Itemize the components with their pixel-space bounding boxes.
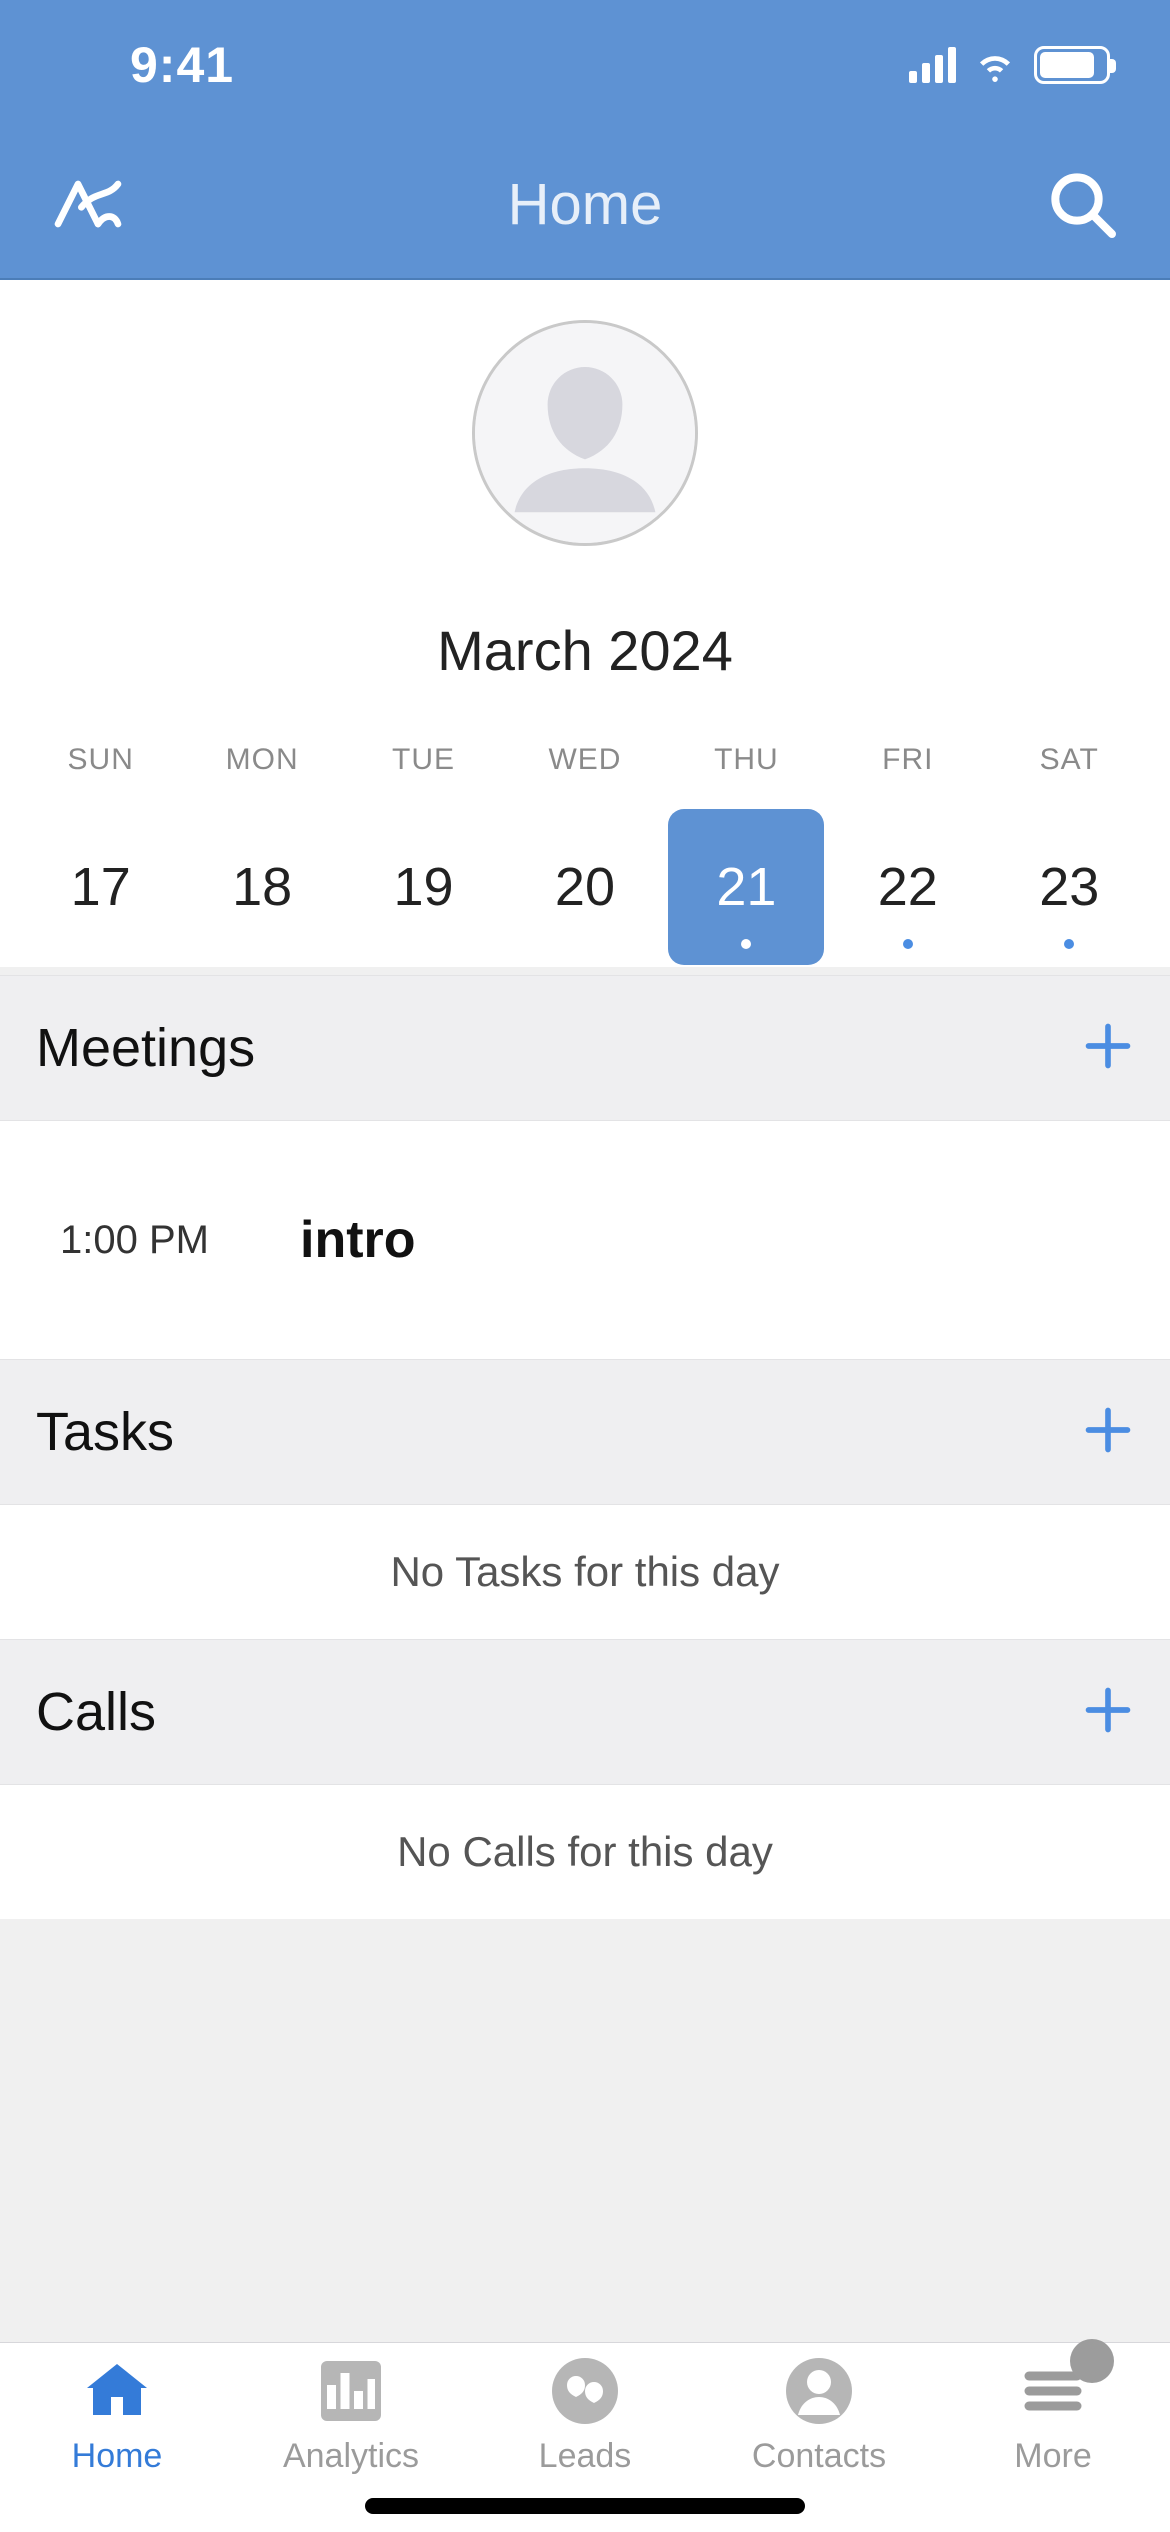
day-num: 20 (555, 856, 615, 918)
section-title: Tasks (36, 1401, 174, 1463)
day-num: 21 (716, 856, 776, 918)
day-num: 22 (878, 856, 938, 918)
tab-leads[interactable]: Leads (468, 2343, 702, 2488)
day-abbr: FRI (827, 743, 988, 777)
tab-more[interactable]: More (936, 2343, 1170, 2488)
add-call-button[interactable] (1082, 1676, 1134, 1748)
day-num: 17 (71, 856, 131, 918)
week-strip: SUN 17 MON 18 TUE 19 WED 20 THU 21 (0, 743, 1170, 967)
tab-label: More (1014, 2437, 1091, 2476)
tasks-header: Tasks (0, 1359, 1170, 1505)
battery-icon (1034, 46, 1110, 84)
leads-icon (549, 2355, 621, 2427)
tab-label: Home (72, 2437, 163, 2476)
status-bar: 9:41 (0, 0, 1170, 130)
status-icons (909, 44, 1110, 86)
tasks-empty: No Tasks for this day (0, 1505, 1170, 1639)
tab-label: Leads (539, 2437, 632, 2476)
meeting-item[interactable]: 1:00 PM intro (0, 1121, 1170, 1359)
day-abbr: WED (504, 743, 665, 777)
app-bar: Home (0, 130, 1170, 280)
wifi-icon (974, 44, 1016, 86)
tab-analytics[interactable]: Analytics (234, 2343, 468, 2488)
day-abbr: SUN (20, 743, 181, 777)
event-dot-icon (1064, 939, 1074, 949)
home-icon (81, 2355, 153, 2427)
avatar[interactable] (472, 320, 698, 546)
cellular-signal-icon (909, 47, 956, 83)
notification-badge-icon (1070, 2339, 1114, 2383)
profile-area: March 2024 (0, 280, 1170, 683)
day-tue[interactable]: TUE 19 (343, 743, 504, 967)
day-fri[interactable]: FRI 22 (827, 743, 988, 967)
meetings-header: Meetings (0, 975, 1170, 1121)
tab-contacts[interactable]: Contacts (702, 2343, 936, 2488)
calls-header: Calls (0, 1639, 1170, 1785)
section-title: Calls (36, 1681, 156, 1743)
calls-empty: No Calls for this day (0, 1785, 1170, 1919)
page-title: Home (128, 171, 1042, 238)
content-area: March 2024 SUN 17 MON 18 TUE 19 WED (0, 280, 1170, 2342)
day-num: 18 (232, 856, 292, 918)
day-num: 19 (394, 856, 454, 918)
tab-label: Analytics (283, 2437, 419, 2476)
contacts-icon (783, 2355, 855, 2427)
tab-label: Contacts (752, 2437, 886, 2476)
analytics-icon (315, 2355, 387, 2427)
home-indicator (365, 2498, 805, 2514)
zia-icon[interactable] (48, 164, 128, 244)
day-sun[interactable]: SUN 17 (20, 743, 181, 967)
empty-space (0, 1919, 1170, 2342)
day-abbr: MON (181, 743, 342, 777)
section-title: Meetings (36, 1017, 255, 1079)
month-label: March 2024 (0, 618, 1170, 683)
day-sat[interactable]: SAT 23 (989, 743, 1150, 967)
add-meeting-button[interactable] (1082, 1012, 1134, 1084)
meeting-time: 1:00 PM (60, 1218, 270, 1263)
day-num: 23 (1039, 856, 1099, 918)
day-abbr: SAT (989, 743, 1150, 777)
day-abbr: TUE (343, 743, 504, 777)
status-time: 9:41 (130, 36, 234, 94)
meeting-title: intro (300, 1210, 416, 1270)
event-dot-icon (741, 939, 751, 949)
day-thu[interactable]: THU 21 (666, 743, 827, 967)
day-abbr: THU (666, 743, 827, 777)
event-dot-icon (903, 939, 913, 949)
day-mon[interactable]: MON 18 (181, 743, 342, 967)
tab-home[interactable]: Home (0, 2343, 234, 2488)
day-wed[interactable]: WED 20 (504, 743, 665, 967)
search-icon[interactable] (1042, 164, 1122, 244)
add-task-button[interactable] (1082, 1396, 1134, 1468)
